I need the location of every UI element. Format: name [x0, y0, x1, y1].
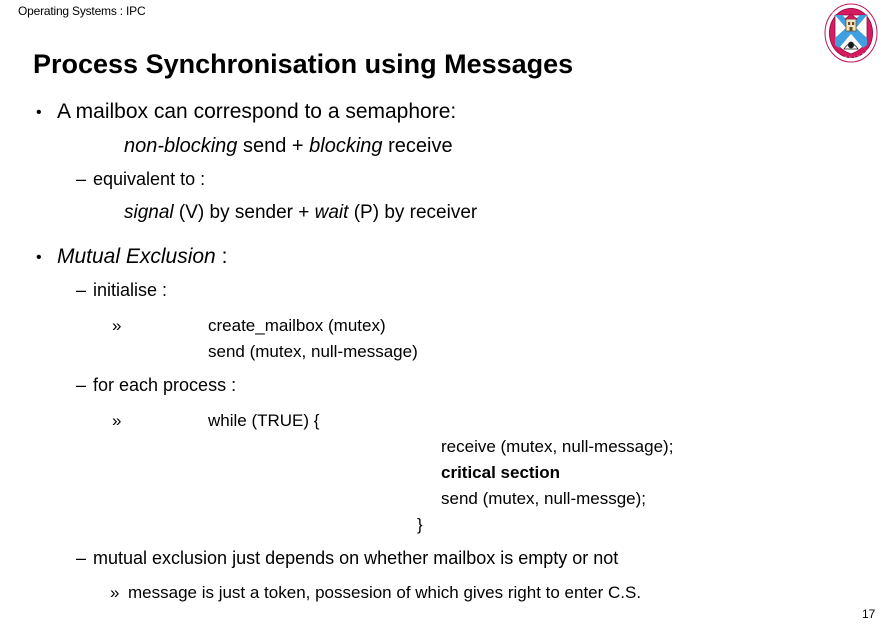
code-line-close-brace: }: [417, 515, 423, 534]
text-receive: receive: [382, 135, 453, 157]
code-line-critical-section: critical section: [441, 463, 561, 482]
bullet-icon: •: [36, 249, 42, 266]
page-number: 17: [862, 607, 876, 621]
slide-header: Operating Systems : IPC: [18, 4, 146, 18]
bullet-icon: •: [36, 104, 42, 121]
dash-initialise-label: initialise :: [93, 280, 168, 300]
code-line-receive: receive (mutex, null-message);: [441, 437, 674, 456]
dash-for-each-process: – for each process :: [0, 375, 891, 408]
guillemet-icon: »: [112, 411, 122, 430]
dash-mutual-exclusion-note: – mutual exclusion just depends on wheth…: [0, 548, 891, 581]
dash-icon: –: [76, 375, 87, 395]
dash-for-each-process-label: for each process :: [93, 375, 237, 395]
text-wait: wait: [314, 202, 349, 223]
bullet-mailbox-semaphore: • A mailbox can correspond to a semaphor…: [0, 100, 891, 135]
page-title: Process Synchronisation using Messages: [33, 49, 574, 79]
dash-equivalent-to: – equivalent to :: [0, 169, 891, 202]
slide: Operating Systems : IPC T H E U N I V E …: [0, 0, 891, 630]
text-signal-wait: signal (V) by sender + wait (P) by recei…: [0, 202, 891, 235]
text-signal: signal: [124, 202, 174, 223]
bullet-mutual-exclusion-colon: :: [215, 245, 228, 268]
dash-equivalent-to-label: equivalent to :: [93, 169, 206, 189]
dash-icon: –: [76, 169, 87, 189]
code-block-process: » while (TRUE) { receive (mutex, null-me…: [0, 408, 891, 538]
code-block-initialise: » create_mailbox (mutex) send (mutex, nu…: [0, 313, 891, 365]
text-blocking: blocking: [309, 135, 383, 157]
text-nonblocking-blocking: non-blocking send + blocking receive: [0, 135, 891, 169]
text-by-sender: (V) by sender +: [173, 202, 315, 223]
code-line-while: while (TRUE) {: [208, 411, 320, 430]
dash-initialise: – initialise :: [0, 280, 891, 313]
slide-body: • A mailbox can correspond to a semaphor…: [0, 100, 891, 611]
dash-icon: –: [76, 280, 87, 300]
text-by-receiver: (P) by receiver: [348, 202, 478, 223]
code-line-create-mailbox: create_mailbox (mutex): [208, 316, 386, 335]
bullet-mailbox-semaphore-label: A mailbox can correspond to a semaphore:: [57, 100, 457, 123]
guillemet-token-note: » message is just a token, possesion of …: [0, 581, 891, 611]
guillemet-token-note-label: message is just a token, possesion of wh…: [128, 583, 642, 602]
bullet-mutual-exclusion-label: Mutual Exclusion: [57, 245, 216, 268]
dash-mutual-exclusion-note-label: mutual exclusion just depends on whether…: [93, 548, 619, 568]
text-nonblocking: non-blocking: [124, 135, 238, 157]
bullet-mutual-exclusion: • Mutual Exclusion :: [0, 245, 891, 280]
guillemet-icon: »: [112, 316, 122, 335]
text-send: send +: [237, 135, 310, 157]
code-line-send: send (mutex, null-message): [208, 342, 418, 361]
guillemet-icon: »: [110, 583, 120, 602]
dash-icon: –: [76, 548, 87, 568]
code-line-send: send (mutex, null-messge);: [441, 489, 647, 508]
university-of-edinburgh-crest-icon: T H E U N I V E R O F E D I N B U: [823, 2, 879, 64]
